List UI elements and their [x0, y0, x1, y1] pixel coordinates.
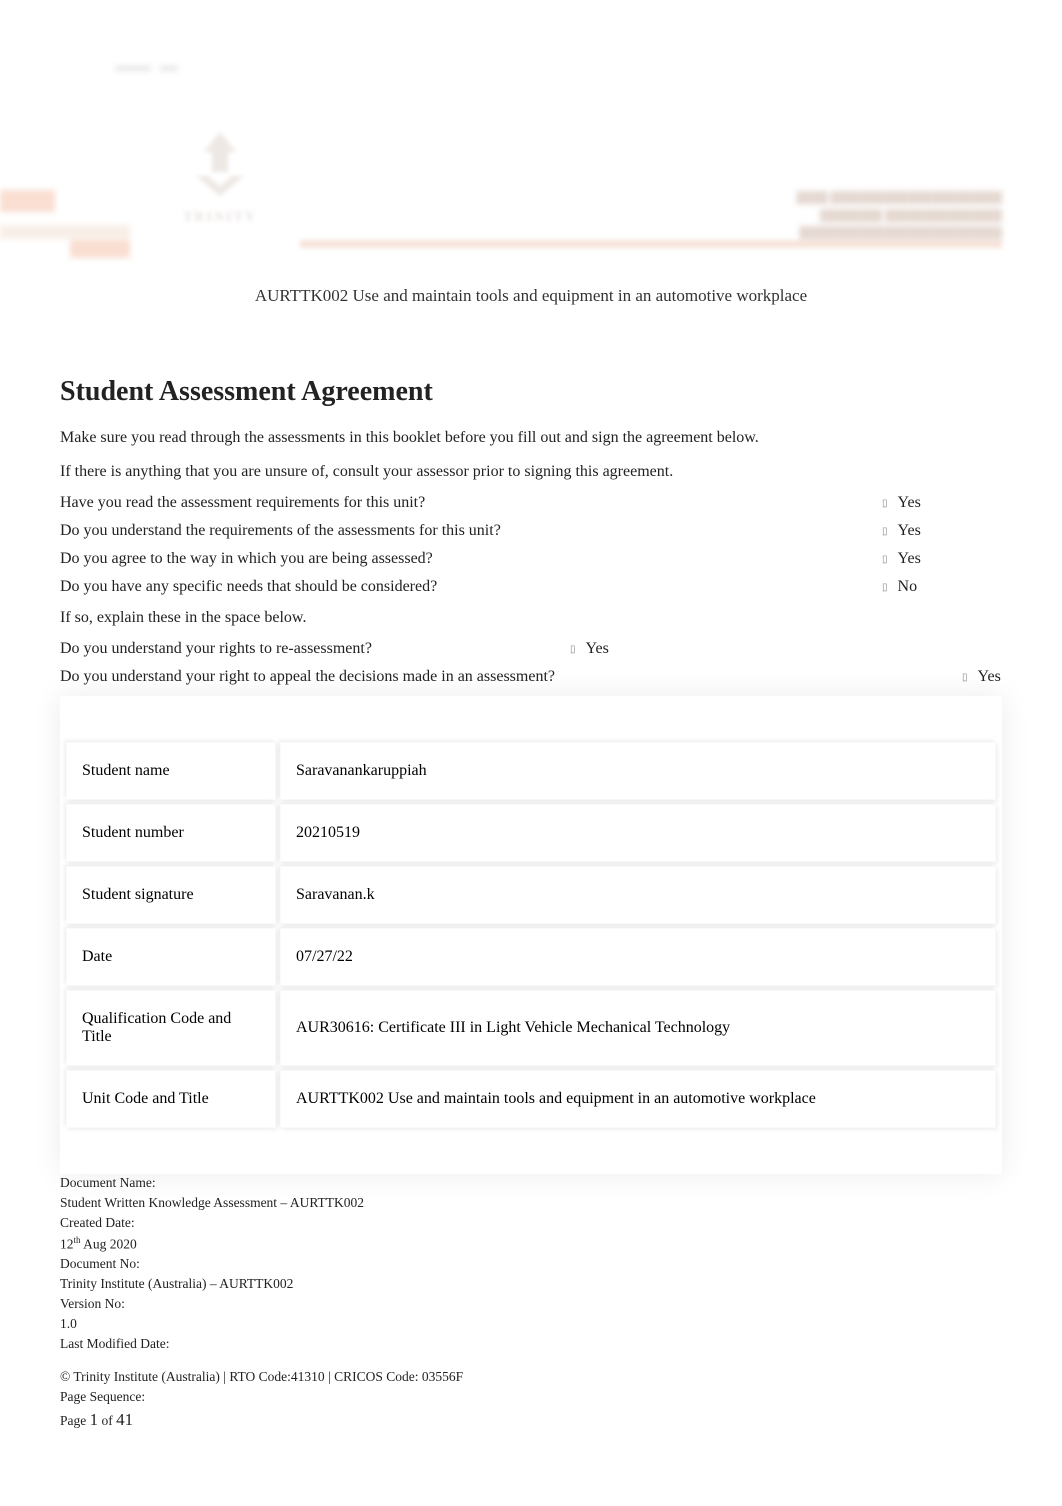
bullet-icon: ▯ [882, 498, 888, 509]
table-row: Qualification Code and Title AUR30616: C… [66, 990, 996, 1066]
page-sequence-label: Page Sequence: [60, 1387, 1002, 1407]
field-value: AURTTK002 Use and maintain tools and equ… [280, 1070, 996, 1128]
answer-text: ▯Yes [932, 668, 1002, 686]
field-value: 20210519 [280, 804, 996, 862]
table-row: Student number 20210519 [66, 804, 996, 862]
field-label: Date [66, 928, 276, 986]
answer-text: ▯Yes [852, 550, 1002, 568]
field-value: Saravanankaruppiah [280, 742, 996, 800]
field-label: Unit Code and Title [66, 1070, 276, 1128]
unit-title: AURTTK002 Use and maintain tools and equ… [0, 286, 1062, 306]
document-metadata: Document Name: Student Written Knowledge… [0, 1174, 1062, 1354]
logo-icon [180, 124, 260, 204]
field-label: Student name [66, 742, 276, 800]
page-number: Page 1 of 41 [60, 1407, 1002, 1433]
explain-line: If so, explain these in the space below. [60, 606, 1002, 630]
meta-value: 1.0 [60, 1315, 1002, 1334]
meta-value: Student Written Knowledge Assessment – A… [60, 1194, 1002, 1213]
bullet-icon: ▯ [882, 582, 888, 593]
intro-paragraph: If there is anything that you are unsure… [60, 460, 1002, 484]
header-divider [300, 240, 1002, 248]
table-row: Student signature Saravanan.k [66, 866, 996, 924]
question-text: Do you have any specific needs that shou… [60, 578, 437, 596]
meta-label: Document No: [60, 1255, 1002, 1274]
meta-value: Trinity Institute (Australia) – AURTTK00… [60, 1275, 1002, 1294]
question-text: Do you understand your rights to re-asse… [60, 640, 540, 658]
header-blur-decor: ▬▬ ▬ [115, 55, 178, 76]
document-page: ▬▬ ▬ TRINITY ████ ██████████████████████… [0, 0, 1062, 1506]
meta-label: Created Date: [60, 1214, 1002, 1233]
header-decor [0, 225, 130, 239]
field-value: 07/27/22 [280, 928, 996, 986]
table-row: Date 07/27/22 [66, 928, 996, 986]
intro-paragraph: Make sure you read through the assessmen… [60, 426, 1002, 450]
section-heading: Student Assessment Agreement [60, 376, 1002, 408]
meta-value: 12th Aug 2020 [60, 1234, 1002, 1254]
bullet-icon: ▯ [882, 526, 888, 537]
question-row: Do you understand your right to appeal t… [60, 668, 1002, 686]
answer-text: ▯Yes [852, 494, 1002, 512]
bullet-icon: ▯ [882, 554, 888, 565]
question-text: Have you read the assessment requirement… [60, 494, 425, 512]
student-info-table-wrap: Student name Saravanankaruppiah Student … [60, 696, 1002, 1174]
header-contact-blur: ████ ██████████████████████ ████████ ███… [797, 190, 1002, 243]
main-content: Student Assessment Agreement Make sure y… [0, 376, 1062, 1174]
answer-text: ▯Yes [540, 640, 609, 658]
student-info-table: Student name Saravanankaruppiah Student … [62, 738, 1000, 1132]
field-label: Qualification Code and Title [66, 990, 276, 1066]
table-row: Student name Saravanankaruppiah [66, 742, 996, 800]
question-row: Do you understand your rights to re-asse… [60, 640, 1002, 658]
logo-text: TRINITY [183, 210, 257, 226]
field-value: Saravanan.k [280, 866, 996, 924]
answer-text: ▯No [852, 578, 1002, 596]
question-row: Have you read the assessment requirement… [60, 494, 1002, 512]
institute-logo: TRINITY [140, 100, 300, 250]
document-footer: © Trinity Institute (Australia) | RTO Co… [0, 1355, 1062, 1433]
bullet-icon: ▯ [962, 672, 968, 683]
header-decor [0, 190, 55, 212]
field-label: Student number [66, 804, 276, 862]
meta-label: Document Name: [60, 1174, 1002, 1193]
question-row: Do you understand the requirements of th… [60, 522, 1002, 540]
question-row: Do you agree to the way in which you are… [60, 550, 1002, 568]
question-text: Do you understand your right to appeal t… [60, 668, 555, 686]
question-row: Do you have any specific needs that shou… [60, 578, 1002, 596]
page-header: ▬▬ ▬ TRINITY ████ ██████████████████████… [0, 0, 1062, 280]
copyright-line: © Trinity Institute (Australia) | RTO Co… [60, 1367, 1002, 1387]
question-text: Do you agree to the way in which you are… [60, 550, 433, 568]
meta-label: Version No: [60, 1295, 1002, 1314]
field-value: AUR30616: Certificate III in Light Vehic… [280, 990, 996, 1066]
header-decor [70, 240, 130, 258]
meta-label: Last Modified Date: [60, 1335, 1002, 1354]
answer-text: ▯Yes [852, 522, 1002, 540]
question-text: Do you understand the requirements of th… [60, 522, 501, 540]
table-row: Unit Code and Title AURTTK002 Use and ma… [66, 1070, 996, 1128]
bullet-icon: ▯ [570, 644, 576, 655]
field-label: Student signature [66, 866, 276, 924]
